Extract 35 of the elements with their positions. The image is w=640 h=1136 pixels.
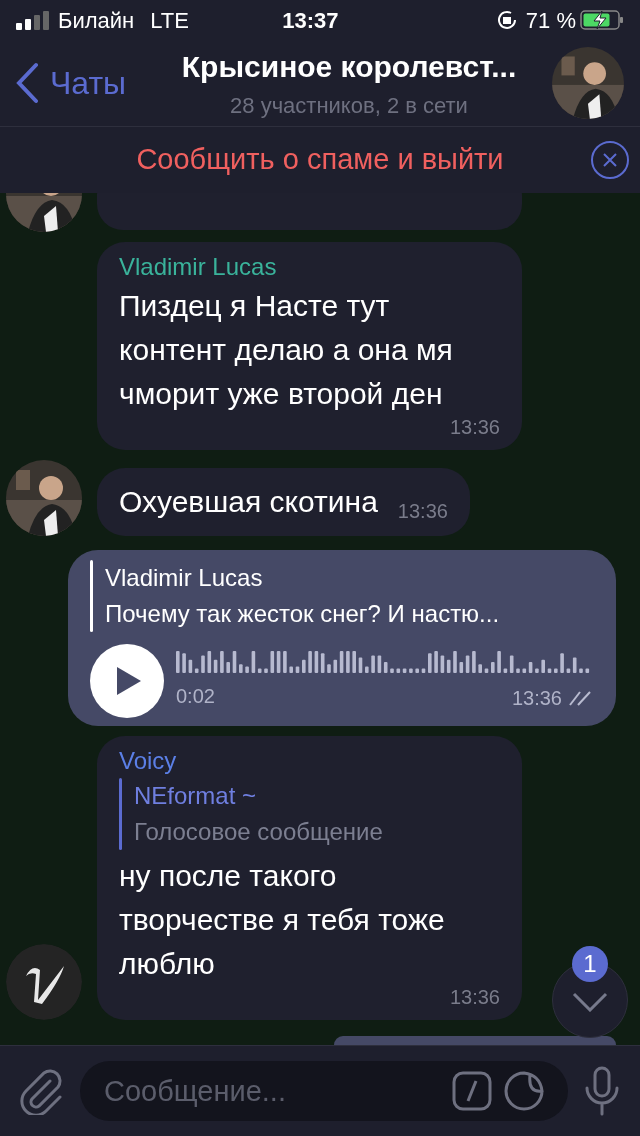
message-text: Охуевшая скотина: [119, 484, 378, 520]
report-spam-button[interactable]: Сообщить о спаме и выйти: [136, 138, 504, 182]
network-type: LTE: [150, 6, 189, 35]
close-button[interactable]: [591, 141, 629, 179]
reply-text: Почему так жесток снег? И настю...: [105, 599, 500, 629]
sender-name: Voicy: [119, 746, 178, 776]
back-link[interactable]: Чаты: [16, 59, 146, 107]
command-icon: [452, 1071, 492, 1111]
message-text: ну после такого творчестве я тебя тоже люблю: [119, 858, 446, 982]
voice-duration: 0:02: [176, 684, 215, 709]
reply-text: Голосовое сообщение: [134, 817, 383, 847]
play-icon: [117, 667, 141, 695]
chevron-down-icon: [572, 992, 608, 1012]
unread-badge: 1: [572, 946, 608, 982]
status-time: 13:37: [281, 6, 340, 35]
back-icon: [16, 62, 38, 104]
sticker-icon: [504, 1071, 544, 1111]
chat-subtitle: 28 участников, 2 в сети: [230, 92, 468, 120]
message-time: 13:36: [511, 686, 562, 711]
signal-icon: [16, 10, 50, 30]
message-input[interactable]: Сообщение...: [80, 1061, 568, 1121]
microphone-icon: [584, 1066, 620, 1116]
carrier-name: Билайн: [58, 6, 135, 35]
rotation-lock-icon: [495, 9, 518, 31]
sender-name: Vladimir Lucas: [119, 252, 278, 282]
message-text: Пиздец я Насте тут контент делаю а она мя чморит уже второй ден: [119, 288, 454, 412]
attachment-icon: [20, 1067, 64, 1115]
chat-title: Крысиное королевст...: [181, 49, 517, 85]
message-time: 13:36: [449, 985, 500, 1010]
reply-sender: NEformat ~: [134, 781, 258, 811]
message-time: 13:36: [449, 415, 500, 440]
battery-percent: 71 %: [525, 6, 576, 35]
close-icon: [603, 153, 617, 167]
message-time: 13:36: [397, 499, 448, 524]
reply-sender: Vladimir Lucas: [105, 563, 264, 593]
